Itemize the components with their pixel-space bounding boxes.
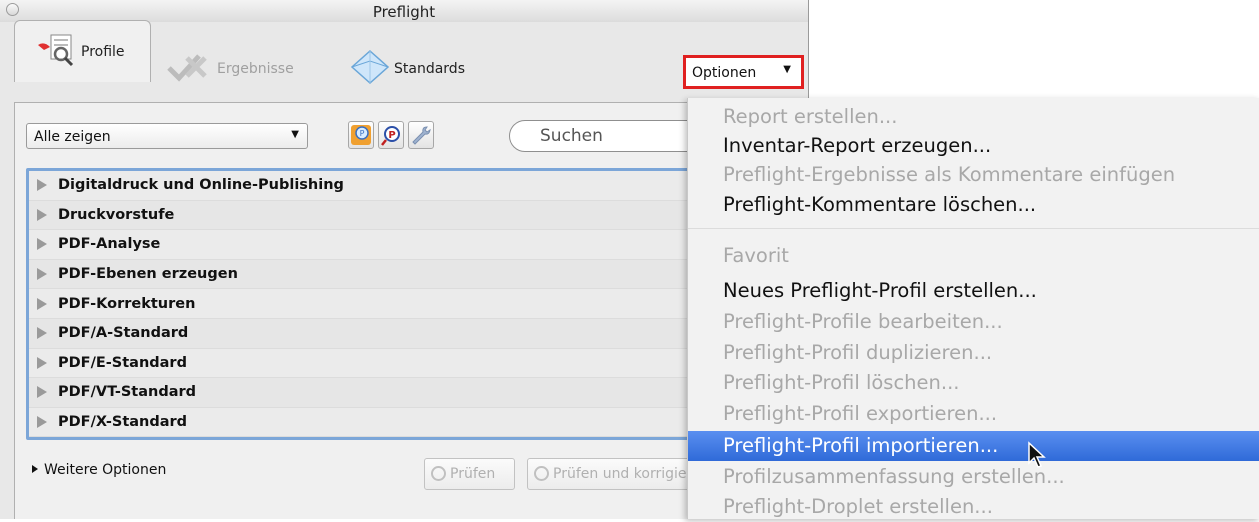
disclosure-triangle-icon — [32, 465, 38, 473]
filter-select[interactable]: Alle zeigen ▼ — [26, 123, 308, 149]
more-options-label: Weitere Optionen — [44, 462, 167, 478]
search-placeholder: Suchen — [540, 126, 603, 146]
window-title: Preflight — [372, 3, 436, 21]
tab-results[interactable]: Ergebnisse — [165, 40, 294, 98]
menu-item-import-profile[interactable]: Preflight-Profil importieren... — [688, 431, 1259, 461]
preflight-check-icon — [431, 466, 446, 481]
menu-item-export-profile[interactable]: Preflight-Profil exportieren... — [688, 399, 1259, 429]
check-button-label: Prüfen — [450, 466, 496, 482]
menu-item-favorite[interactable]: Favorit — [688, 241, 1259, 271]
filter-select-value: Alle zeigen — [34, 129, 111, 145]
list-item-label: PDF-Analyse — [58, 236, 161, 253]
menu-separator — [688, 228, 1259, 229]
list-item[interactable]: PDF-Analyse — [29, 230, 713, 260]
disclosure-triangle-icon[interactable] — [37, 386, 47, 399]
list-item-label: PDF-Ebenen erzeugen — [58, 266, 238, 283]
list-item[interactable]: PDF/VT-Standard — [29, 378, 713, 408]
options-menu: Report erstellen... Inventar-Report erze… — [687, 98, 1259, 519]
tab-profile[interactable]: Profile — [14, 20, 151, 82]
tab-standards-label: Standards — [394, 61, 465, 77]
menu-item-create-report[interactable]: Report erstellen... — [688, 102, 1259, 132]
list-item[interactable]: Druckvorstufe — [29, 201, 713, 231]
menu-item-delete-profile[interactable]: Preflight-Profil löschen... — [688, 368, 1259, 398]
disclosure-triangle-icon[interactable] — [37, 268, 47, 281]
menu-item-duplicate-profile[interactable]: Preflight-Profil duplizieren... — [688, 338, 1259, 368]
menu-item-profile-summary[interactable]: Profilzusammenfassung erstellen... — [688, 462, 1259, 492]
results-icon — [165, 52, 217, 86]
menu-item-inventory-report[interactable]: Inventar-Report erzeugen... — [688, 131, 1259, 161]
tab-results-label: Ergebnisse — [217, 61, 294, 77]
mouse-cursor-icon — [1028, 441, 1046, 468]
disclosure-triangle-icon[interactable] — [37, 238, 47, 251]
profile-icon — [35, 33, 81, 71]
edit-profile-button[interactable] — [408, 121, 434, 149]
chevron-down-icon: ▼ — [291, 129, 299, 140]
favorite-profile-button[interactable]: P — [348, 121, 374, 149]
disclosure-triangle-icon[interactable] — [37, 179, 47, 192]
search-input[interactable]: Suchen — [509, 120, 709, 152]
disclosure-triangle-icon[interactable] — [37, 208, 47, 221]
list-item[interactable]: PDF/A-Standard — [29, 319, 713, 349]
list-item-label: Druckvorstufe — [58, 206, 175, 223]
svg-text:P: P — [360, 129, 365, 138]
list-item[interactable]: PDF/E-Standard — [29, 348, 713, 379]
preflight-search-icon: P — [381, 126, 400, 146]
list-item-label: Digitaldruck und Online-Publishing — [58, 177, 344, 194]
options-button[interactable]: Optionen ▼ — [683, 55, 804, 89]
preflight-fix-icon — [534, 466, 549, 481]
options-button-label: Optionen — [692, 65, 757, 81]
list-item-label: PDF/VT-Standard — [58, 384, 197, 401]
disclosure-triangle-icon[interactable] — [37, 327, 47, 340]
menu-item-create-droplet[interactable]: Preflight-Droplet erstellen... — [688, 492, 1259, 522]
disclosure-triangle-icon[interactable] — [37, 356, 47, 369]
list-item[interactable]: Digitaldruck und Online-Publishing — [29, 171, 713, 201]
check-and-fix-button-label: Prüfen und korrigieren — [553, 466, 702, 482]
menu-item-edit-profiles[interactable]: Preflight-Profile bearbeiten... — [688, 307, 1259, 337]
list-item-label: PDF-Korrekturen — [58, 295, 196, 312]
check-button[interactable]: Prüfen — [424, 458, 515, 490]
list-item[interactable]: PDF/X-Standard — [29, 407, 713, 438]
menu-item-delete-comments[interactable]: Preflight-Kommentare löschen... — [688, 190, 1259, 220]
dropdown-arrow-icon: ▼ — [783, 64, 791, 75]
tab-profile-label: Profile — [81, 43, 125, 60]
disclosure-triangle-icon[interactable] — [37, 297, 47, 310]
profile-favorite-icon: P — [351, 125, 371, 145]
profile-list[interactable]: Digitaldruck und Online-Publishing Druck… — [26, 168, 716, 440]
list-item-label: PDF/A-Standard — [58, 325, 189, 342]
list-item[interactable]: PDF-Ebenen erzeugen — [29, 260, 713, 290]
list-item[interactable]: PDF-Korrekturen — [29, 289, 713, 319]
menu-item-insert-results-as-comments[interactable]: Preflight-Ergebnisse als Kommentare einf… — [688, 160, 1259, 190]
svg-text:P: P — [388, 130, 395, 141]
check-and-fix-button[interactable]: Prüfen und korrigieren — [527, 458, 702, 490]
disclosure-triangle-icon[interactable] — [37, 416, 47, 429]
tab-standards[interactable]: Standards — [350, 40, 465, 98]
more-options-toggle[interactable]: Weitere Optionen — [32, 462, 166, 478]
list-item-label: PDF/E-Standard — [58, 354, 187, 371]
wrench-icon — [412, 126, 431, 145]
preflight-search-button[interactable]: P — [378, 121, 404, 149]
menu-item-new-profile[interactable]: Neues Preflight-Profil erstellen... — [688, 276, 1259, 306]
diamond-icon — [350, 49, 394, 89]
list-item-label: PDF/X-Standard — [58, 414, 188, 431]
